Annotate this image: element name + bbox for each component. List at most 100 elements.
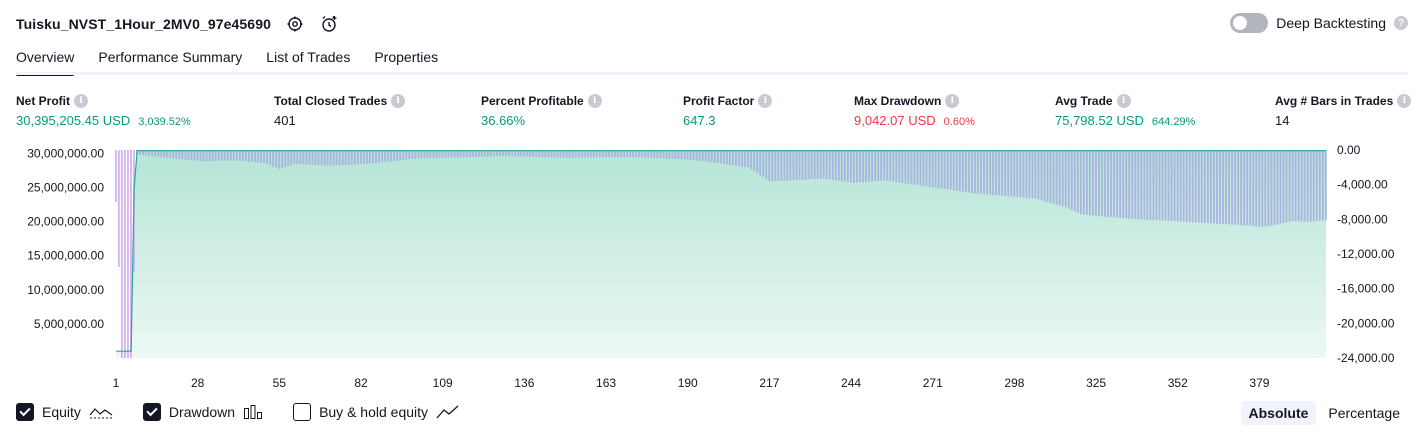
drawdown-bar — [1095, 150, 1097, 216]
equity-checkbox[interactable] — [16, 403, 34, 421]
drawdown-bar — [819, 150, 822, 179]
drawdown-bar — [683, 150, 686, 160]
drawdown-bar — [983, 150, 985, 195]
drawdown-bar — [1209, 150, 1212, 224]
drawdown-bar — [1134, 150, 1137, 219]
right-axis-tick: -20,000.00 — [1337, 316, 1395, 330]
drawdown-bar — [1216, 150, 1218, 224]
drawdown-bar — [729, 150, 731, 165]
drawdown-bar — [1052, 150, 1055, 204]
metric-label: Avg Trade — [1055, 94, 1113, 108]
drawdown-bar — [263, 150, 265, 163]
line-chart-icon — [436, 405, 459, 419]
drawdown-bar — [1031, 150, 1034, 199]
drawdown-bar — [1158, 150, 1161, 221]
right-axis-tick: -16,000.00 — [1337, 282, 1395, 296]
drawdown-bar — [1303, 150, 1306, 222]
drawdown-bar — [1252, 150, 1255, 227]
drawdown-bar — [1191, 150, 1194, 223]
legend-equity[interactable]: Equity — [16, 403, 113, 421]
metric-label: Profit Factor — [683, 94, 755, 108]
drawdown-bar — [332, 150, 335, 166]
display-mode: Absolute Percentage — [1240, 401, 1409, 425]
legend-buy-hold[interactable]: Buy & hold equity — [293, 403, 460, 421]
x-axis-tick: 244 — [841, 376, 861, 390]
absolute-button[interactable]: Absolute — [1240, 401, 1317, 425]
drawdown-bar — [798, 150, 801, 180]
drawdown-bar — [378, 150, 380, 163]
drawdown-bar — [375, 150, 377, 163]
x-axis-tick: 271 — [923, 376, 943, 390]
drawdown-bar — [1098, 150, 1100, 217]
drawdown-bar — [1101, 150, 1103, 217]
drawdown-bar — [350, 150, 353, 165]
x-axis-tick: 1 — [113, 376, 120, 390]
metric-value: 36.66% — [481, 113, 526, 128]
drawdown-bar — [771, 150, 774, 182]
drawdown-bar — [369, 150, 371, 164]
drawdown-bar — [1037, 150, 1040, 200]
add-alert-icon[interactable] — [319, 14, 339, 34]
drawdown-bar — [1001, 150, 1004, 196]
drawdown-bar — [813, 150, 816, 180]
drawdown-bar — [1167, 150, 1170, 221]
tab-properties[interactable]: Properties — [374, 46, 438, 74]
drawdown-bar — [245, 150, 247, 162]
drawdown-bar — [172, 150, 175, 159]
info-icon[interactable]: i — [1397, 94, 1412, 108]
metric-percent: 0.60% — [943, 116, 975, 128]
drawdown-bar — [971, 150, 973, 193]
info-icon[interactable]: i — [74, 94, 88, 108]
info-icon[interactable]: i — [945, 94, 960, 108]
drawdown-bar — [299, 150, 302, 165]
drawdown-bar — [414, 150, 417, 159]
drawdown-checkbox[interactable] — [142, 403, 161, 421]
drawdown-bar — [1058, 150, 1061, 206]
drawdown-bar — [220, 150, 223, 161]
metric-avg-bars: Avg # Bars in Trades i 14 — [1275, 93, 1412, 128]
help-icon[interactable]: ? — [1394, 16, 1408, 30]
drawdown-bar — [311, 150, 314, 165]
drawdown-bar — [178, 150, 181, 160]
drawdown-bar — [359, 150, 362, 165]
tab-performance-summary[interactable]: Performance Summary — [98, 46, 242, 74]
x-axis-tick: 379 — [1249, 376, 1269, 390]
percentage-button[interactable]: Percentage — [1320, 401, 1408, 425]
drawdown-bar — [1222, 150, 1224, 225]
tab-list-of-trades[interactable]: List of Trades — [266, 46, 350, 74]
drawdown-bar — [399, 150, 402, 161]
drawdown-bar — [967, 150, 970, 193]
x-axis-tick: 28 — [191, 376, 205, 390]
drawdown-bar — [698, 150, 701, 161]
gear-icon[interactable] — [285, 14, 305, 34]
drawdown-bar — [1122, 150, 1125, 219]
equity-drawdown-chart[interactable]: 30,000,000.00 25,000,000.00 20,000,000.00 1… — [0, 140, 1424, 396]
drawdown-bar — [741, 150, 743, 167]
x-axis-tick: 352 — [1168, 376, 1188, 390]
drawdown-bar — [208, 150, 211, 162]
drawdown-bar — [895, 150, 898, 183]
drawdown-bar — [1155, 150, 1158, 221]
x-axis-tick: 109 — [433, 376, 453, 390]
buy-hold-checkbox[interactable] — [293, 403, 312, 421]
drawdown-bar — [1297, 150, 1300, 222]
drawdown-bar — [840, 150, 843, 182]
info-icon[interactable]: i — [391, 94, 406, 108]
info-icon[interactable]: i — [587, 94, 602, 108]
x-axis-tick: 190 — [678, 376, 698, 390]
drawdown-bar — [680, 150, 683, 160]
info-icon[interactable]: i — [1116, 94, 1131, 108]
drawdown-bar — [372, 150, 374, 164]
info-icon[interactable]: i — [758, 94, 773, 108]
drawdown-bar — [707, 150, 710, 162]
drawdown-bar — [1164, 150, 1167, 221]
drawdown-bar — [862, 150, 864, 183]
drawdown-bar — [1143, 150, 1146, 220]
drawdown-bar — [750, 150, 752, 170]
drawdown-bar — [117, 150, 120, 267]
drawdown-bar — [296, 150, 299, 165]
legend-drawdown[interactable]: Drawdown — [142, 403, 263, 421]
metric-value: 75,798.52 USD — [1055, 113, 1144, 128]
tab-overview[interactable]: Overview — [16, 46, 75, 76]
deep-backtesting-toggle[interactable] — [1230, 13, 1269, 33]
